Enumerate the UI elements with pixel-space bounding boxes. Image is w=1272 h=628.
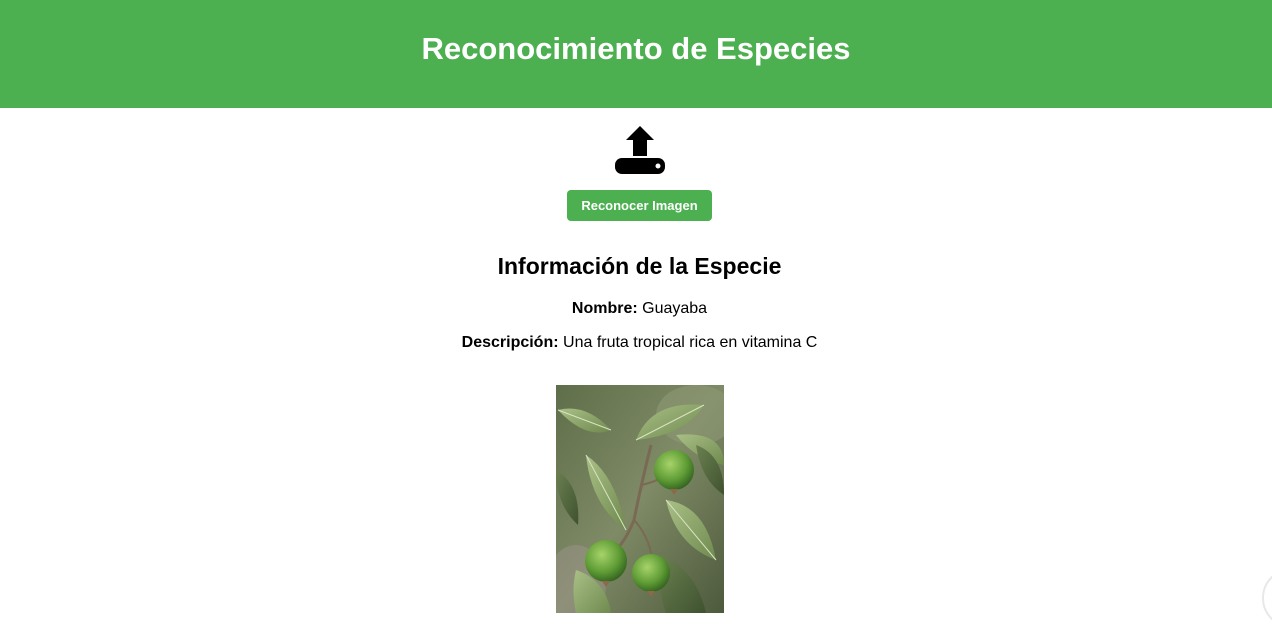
app-header: Reconocimiento de Especies — [0, 0, 1272, 108]
species-info-title: Información de la Especie — [497, 253, 782, 279]
floating-widget[interactable] — [1262, 568, 1272, 628]
species-name-line: Nombre: Guayaba — [0, 300, 1272, 318]
species-description-label: Descripción: — [461, 334, 559, 351]
upload-icon[interactable] — [613, 122, 667, 176]
species-photo — [556, 385, 724, 613]
species-name-value: Guayaba — [642, 300, 708, 317]
species-description-value: Una fruta tropical rica en vitamina C — [563, 334, 818, 351]
species-name-label: Nombre: — [571, 300, 638, 317]
page-title: Reconocimiento de Especies — [421, 31, 851, 66]
species-description-line: Descripción: Una fruta tropical rica en … — [0, 334, 1272, 352]
recognize-image-button[interactable]: Reconocer Imagen — [567, 190, 712, 221]
